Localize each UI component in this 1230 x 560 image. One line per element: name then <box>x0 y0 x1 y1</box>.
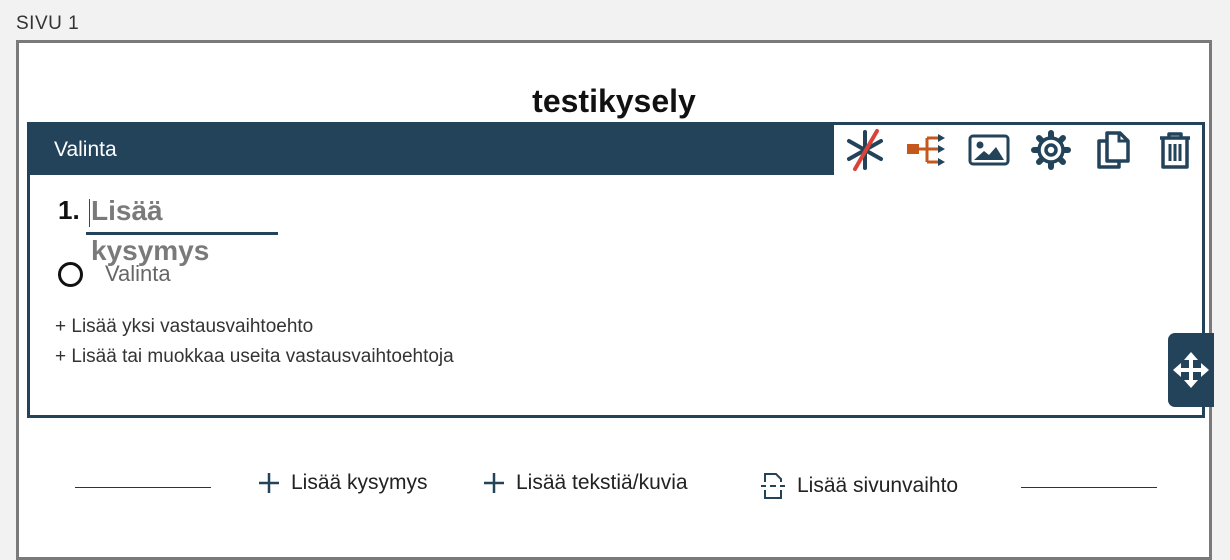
add-page-break-button[interactable]: Lisää sivunvaihto <box>759 471 958 501</box>
question-type-header: Valinta <box>30 125 834 175</box>
copy-button[interactable] <box>1082 125 1144 175</box>
question-title-input[interactable]: Lisää kysymys <box>86 191 278 266</box>
page-label: SIVU 1 <box>16 13 80 34</box>
add-question-button[interactable]: Lisää kysymys <box>257 471 428 495</box>
add-text-images-button[interactable]: Lisää tekstiä/kuvia <box>482 471 688 495</box>
page-frame: testikysely Valinta 1. Lisää kysymys Val… <box>16 40 1214 560</box>
divider-right <box>1021 487 1157 488</box>
add-page-break-label: Lisää sivunvaihto <box>797 474 959 497</box>
gear-icon <box>1031 130 1071 170</box>
move-icon <box>1173 352 1209 388</box>
copy-icon <box>1097 131 1130 169</box>
question-toolbar <box>834 125 1206 175</box>
image-button[interactable] <box>958 125 1020 175</box>
add-text-images-label: Lisää tekstiä/kuvia <box>516 471 688 494</box>
required-toggle-button[interactable] <box>834 125 896 175</box>
divider-left <box>75 487 211 488</box>
move-handle[interactable] <box>1168 333 1214 407</box>
logic-branch-icon <box>907 134 945 166</box>
plus-icon <box>484 473 504 493</box>
plus-icon <box>259 473 279 493</box>
add-one-option-link[interactable]: + Lisää yksi vastausvaihtoehto <box>55 316 313 338</box>
required-toggle-icon <box>847 129 883 171</box>
page-break-icon <box>761 473 785 499</box>
question-number: 1. <box>58 195 80 225</box>
add-question-label: Lisää kysymys <box>291 471 428 494</box>
image-icon <box>968 134 1010 166</box>
survey-title[interactable]: testikysely <box>19 83 1209 120</box>
delete-button[interactable] <box>1144 125 1206 175</box>
option-label[interactable]: Valinta <box>105 261 171 287</box>
logic-button[interactable] <box>896 125 958 175</box>
trash-icon <box>1160 132 1190 169</box>
option-radio[interactable] <box>58 262 83 287</box>
add-multiple-options-link[interactable]: + Lisää tai muokkaa useita vastausvaihto… <box>55 346 454 368</box>
question-card[interactable]: Valinta 1. Lisää kysymys Valinta + Lisää… <box>27 122 1214 418</box>
settings-button[interactable] <box>1020 125 1082 175</box>
